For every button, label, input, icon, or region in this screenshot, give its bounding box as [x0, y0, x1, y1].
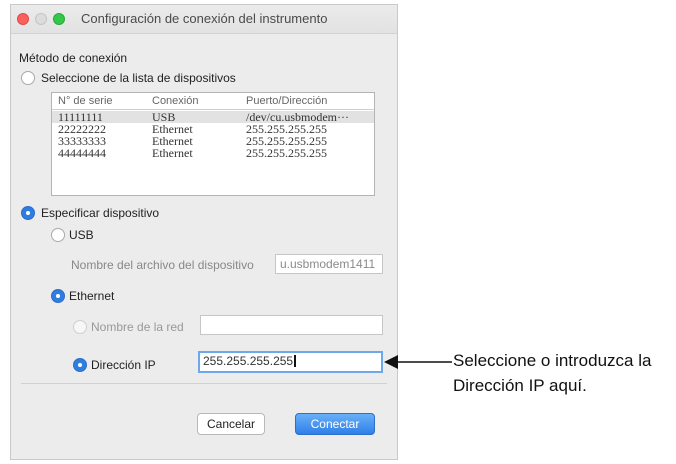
callout-line-2: Dirección IP aquí.	[453, 376, 587, 395]
callout-arrow-head	[384, 355, 398, 369]
callout-line-1: Seleccione o introduzca la	[453, 351, 652, 370]
callout-text: Seleccione o introduzca la Dirección IP …	[453, 348, 651, 398]
